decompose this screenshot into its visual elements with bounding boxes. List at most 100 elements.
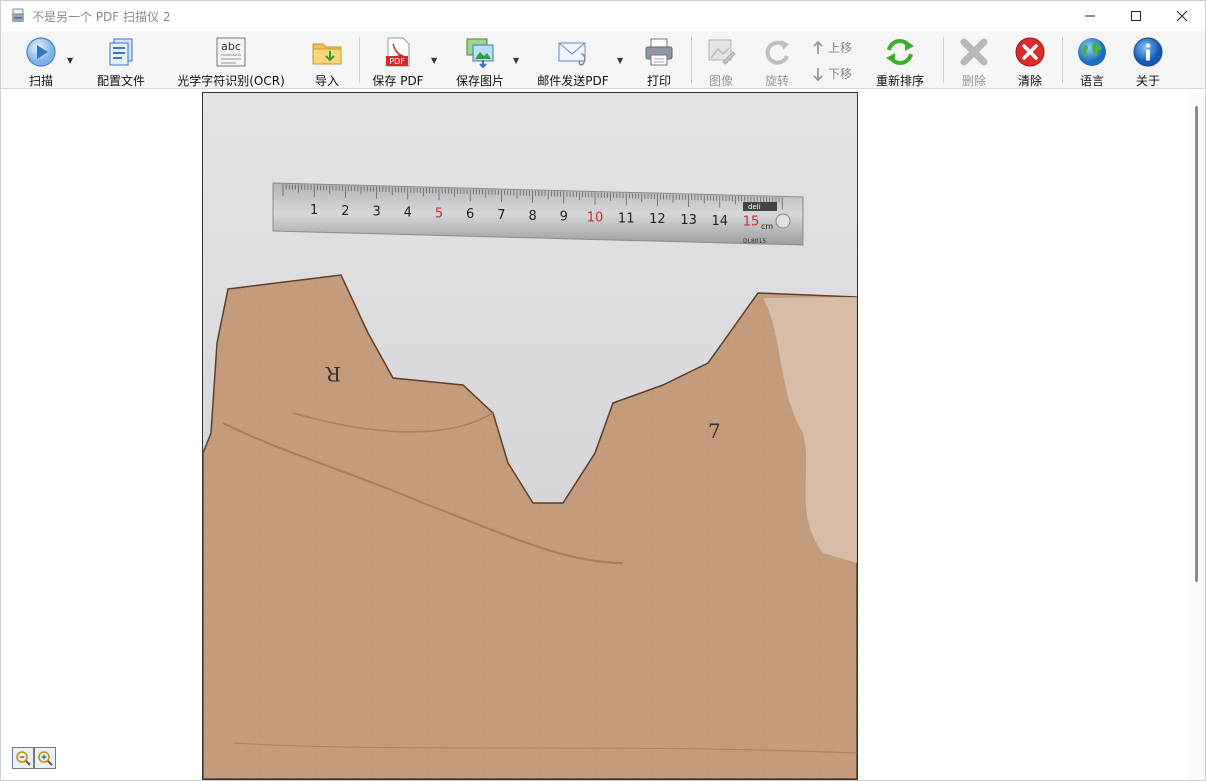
ruler-model: DL8015 bbox=[743, 238, 766, 245]
app-window: 不是另一个 PDF 扫描仪 2 扫描 ▼ 配置文件 abc 光学字符识别(OCR… bbox=[0, 0, 1206, 781]
scan-label: 扫描 bbox=[28, 74, 53, 88]
ruler-number: 9 bbox=[560, 210, 568, 225]
handwritten-mark-7: 7 bbox=[708, 419, 721, 443]
language-button[interactable]: 语言 bbox=[1075, 31, 1109, 89]
zoom-in-button[interactable] bbox=[34, 747, 56, 769]
scanned-page-preview[interactable]: 1 2 3 4 5 6 7 8 9 10 11 12 13 14 15 cm deli DL8015 R 7 bbox=[202, 92, 858, 780]
ruler-number: 11 bbox=[618, 211, 635, 226]
email-pdf-button[interactable]: 邮件发送PDF bbox=[537, 31, 609, 89]
ruler-number: 14 bbox=[712, 214, 729, 229]
ruler-number: 8 bbox=[528, 209, 536, 224]
handwritten-mark-r: R bbox=[325, 362, 341, 386]
ruler-number: 3 bbox=[372, 205, 380, 220]
reorder-button[interactable]: 重新排序 bbox=[874, 31, 926, 89]
language-label: 语言 bbox=[1079, 74, 1104, 88]
scanner-app-icon bbox=[12, 8, 24, 22]
move-down-label: 下移 bbox=[828, 67, 853, 81]
ruler-number: 15 bbox=[743, 215, 760, 230]
save-image-icon bbox=[466, 38, 494, 68]
save-image-dropdown-arrow[interactable]: ▼ bbox=[513, 56, 519, 65]
info-icon bbox=[1133, 37, 1163, 66]
title-bar: 不是另一个 PDF 扫描仪 2 bbox=[1, 1, 1205, 31]
delete-x-icon bbox=[960, 38, 988, 65]
reorder-label: 重新排序 bbox=[875, 74, 924, 88]
save-pdf-dropdown-arrow[interactable]: ▼ bbox=[431, 56, 437, 65]
arrow-down-icon bbox=[813, 67, 823, 81]
ruler-number: 7 bbox=[497, 208, 505, 223]
import-label: 导入 bbox=[314, 74, 339, 88]
rotate-icon bbox=[765, 39, 789, 65]
import-button[interactable]: 导入 bbox=[309, 31, 345, 89]
delete-button[interactable]: 删除 bbox=[957, 31, 991, 89]
maximize-icon bbox=[1131, 11, 1141, 21]
email-icon bbox=[558, 42, 586, 66]
preview-area: 1 2 3 4 5 6 7 8 9 10 11 12 13 14 15 cm deli DL8015 R 7 bbox=[1, 90, 1205, 780]
ruler-brand: deli bbox=[748, 203, 761, 211]
save-pdf-label: 保存 PDF bbox=[372, 74, 424, 88]
delete-label: 删除 bbox=[961, 74, 986, 88]
scanned-image: 1 2 3 4 5 6 7 8 9 10 11 12 13 14 15 cmdeliDL8015 R 7 bbox=[203, 93, 857, 779]
minimize-icon bbox=[1085, 15, 1095, 17]
zoom-in-icon bbox=[38, 751, 53, 766]
profiles-button[interactable]: 配置文件 bbox=[93, 31, 149, 89]
toolbar-separator bbox=[359, 37, 360, 83]
clear-label: 清除 bbox=[1017, 74, 1042, 88]
print-button[interactable]: 打印 bbox=[642, 31, 676, 89]
minimize-button[interactable] bbox=[1067, 1, 1113, 31]
clear-button[interactable]: 清除 bbox=[1013, 31, 1047, 89]
zoom-out-button[interactable] bbox=[12, 747, 34, 769]
ocr-button[interactable]: abc 光学字符识别(OCR) bbox=[176, 31, 286, 89]
rotate-label: 旋转 bbox=[764, 74, 789, 88]
profiles-label: 配置文件 bbox=[96, 74, 145, 88]
ocr-icon-text: abc bbox=[221, 40, 241, 53]
maximize-button[interactable] bbox=[1113, 1, 1159, 31]
ruler-number: 2 bbox=[341, 204, 349, 219]
move-up-button[interactable]: 上移 bbox=[813, 39, 852, 56]
move-up-label: 上移 bbox=[828, 41, 853, 55]
image-button[interactable]: 图像 bbox=[705, 31, 737, 89]
vertical-scrollbar[interactable] bbox=[1188, 90, 1205, 780]
about-button[interactable]: 关于 bbox=[1131, 31, 1165, 89]
about-label: 关于 bbox=[1135, 74, 1160, 88]
toolbar-separator bbox=[1062, 37, 1063, 83]
close-icon bbox=[1176, 10, 1188, 22]
ruler-number: 10 bbox=[587, 211, 604, 226]
print-label: 打印 bbox=[646, 74, 671, 88]
scan-play-icon bbox=[26, 36, 56, 67]
clear-icon bbox=[1015, 37, 1045, 66]
profiles-icon bbox=[109, 38, 133, 65]
save-image-button[interactable]: 保存图片 bbox=[455, 31, 505, 89]
toolbar-separator bbox=[943, 37, 944, 83]
zoom-out-icon bbox=[16, 751, 31, 766]
ruler-number: 5 bbox=[435, 206, 443, 221]
ocr-icon: abc bbox=[216, 37, 246, 66]
printer-icon bbox=[645, 38, 673, 65]
pdf-icon-text: PDF bbox=[389, 57, 405, 66]
toolbar-separator bbox=[691, 37, 692, 83]
import-folder-icon bbox=[312, 43, 342, 64]
move-down-button[interactable]: 下移 bbox=[813, 65, 852, 82]
scan-dropdown-arrow[interactable]: ▼ bbox=[67, 56, 73, 65]
globe-icon bbox=[1078, 37, 1106, 66]
save-pdf-button[interactable]: PDF 保存 PDF bbox=[371, 31, 425, 89]
window-title: 不是另一个 PDF 扫描仪 2 bbox=[32, 9, 171, 24]
scrollbar-thumb[interactable] bbox=[1195, 106, 1198, 582]
reorder-arrows-icon bbox=[886, 38, 914, 65]
ruler-number: 4 bbox=[404, 206, 412, 221]
image-edit-icon bbox=[708, 39, 736, 65]
save-image-label: 保存图片 bbox=[455, 74, 504, 88]
ocr-label: 光学字符识别(OCR) bbox=[177, 74, 285, 88]
ruler-number: 6 bbox=[466, 207, 474, 222]
scan-button[interactable]: 扫描 bbox=[21, 31, 61, 89]
close-window-button[interactable] bbox=[1159, 1, 1205, 31]
email-pdf-label: 邮件发送PDF bbox=[537, 74, 609, 88]
image-label: 图像 bbox=[708, 74, 733, 88]
email-pdf-dropdown-arrow[interactable]: ▼ bbox=[617, 56, 623, 65]
ruler-unit: cm bbox=[761, 222, 773, 231]
ruler-number: 1 bbox=[310, 203, 318, 218]
zoom-controls bbox=[12, 747, 56, 769]
rotate-button[interactable]: 旋转 bbox=[761, 31, 793, 89]
pdf-icon: PDF bbox=[386, 37, 410, 66]
arrow-up-icon bbox=[813, 40, 823, 54]
ruler-number: 12 bbox=[649, 212, 666, 227]
